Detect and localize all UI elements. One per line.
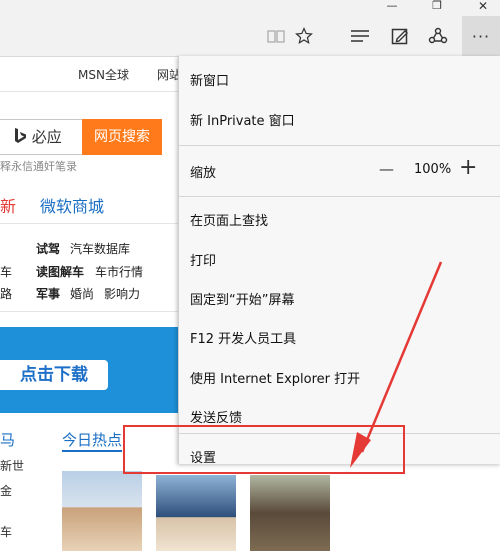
annotation-highlight-box [123, 425, 405, 474]
download-button[interactable]: 点击下载 [0, 360, 108, 390]
more-actions-menu: 新窗口 新 InPrivate 窗口 缩放 — 100% + 在页面上查找 打印… [178, 56, 500, 466]
zoom-out-button[interactable]: — [379, 160, 394, 178]
side-text[interactable]: 车 [0, 523, 12, 540]
minimize-button[interactable]: — [375, 0, 409, 16]
side-text[interactable]: 金 [0, 482, 12, 499]
divider [0, 223, 180, 224]
hub-icon[interactable] [342, 16, 378, 56]
news-thumbnail[interactable] [250, 475, 330, 551]
close-button[interactable]: ✕ [466, 0, 500, 16]
left-char: 车 [0, 265, 13, 279]
link-ms-store[interactable]: 微软商城 [40, 193, 104, 217]
favorite-star-icon[interactable] [286, 16, 322, 56]
news-thumbnail[interactable] [156, 475, 236, 551]
news-thumbnail[interactable] [62, 471, 142, 551]
link-car-market[interactable]: 车市行情 [95, 263, 143, 280]
search-engine-label: 必应 [14, 126, 62, 147]
zoom-level: 100% [414, 162, 452, 177]
menu-item-print[interactable]: 打印 [190, 250, 216, 269]
menu-item-f12-devtools[interactable]: F12 开发人员工具 [190, 328, 296, 347]
divider [0, 311, 180, 312]
link-new[interactable]: 新 [0, 193, 16, 217]
bing-logo-icon [15, 128, 26, 143]
restore-button[interactable]: ❐ [420, 0, 454, 16]
menu-separator [179, 196, 500, 197]
zoom-in-button[interactable]: + [459, 155, 477, 180]
web-search-button[interactable]: 网页搜索 [82, 119, 162, 155]
menu-item-open-with-ie[interactable]: 使用 Internet Explorer 打开 [190, 368, 360, 387]
trending-hint[interactable]: 释永信通奸笔录 [0, 158, 77, 174]
link-test-drive[interactable]: 试驾 [36, 240, 60, 257]
menu-item-new-window[interactable]: 新窗口 [190, 70, 229, 89]
hot-news-title[interactable]: 今日热点 [62, 429, 122, 450]
menu-separator [179, 145, 500, 146]
hot-news-underline [62, 450, 122, 452]
menu-item-send-feedback[interactable]: 发送反馈 [190, 407, 242, 426]
link-military[interactable]: 军事 [36, 285, 60, 302]
menu-item-new-inprivate[interactable]: 新 InPrivate 窗口 [190, 110, 295, 129]
menu-item-zoom: 缩放 [190, 166, 217, 181]
link-wedding[interactable]: 婚尚 [70, 285, 94, 302]
menu-item-pin-to-start[interactable]: 固定到“开始”屏幕 [190, 289, 294, 308]
more-icon[interactable]: ··· [462, 16, 500, 56]
link-car-database[interactable]: 汽车数据库 [70, 240, 130, 257]
link-car-images[interactable]: 读图解车 [36, 263, 84, 280]
menu-item-find-on-page[interactable]: 在页面上查找 [190, 210, 268, 229]
left-char: 路 [0, 287, 13, 301]
nav-msn-link[interactable]: MSN全球 [78, 66, 129, 83]
link-influence[interactable]: 影响力 [104, 285, 140, 302]
share-icon[interactable] [420, 16, 456, 56]
search-engine-text: 必应 [31, 128, 62, 146]
horse-link[interactable]: 马 [0, 429, 15, 450]
side-text[interactable]: 新世 [0, 457, 24, 474]
web-note-icon[interactable] [382, 16, 418, 56]
